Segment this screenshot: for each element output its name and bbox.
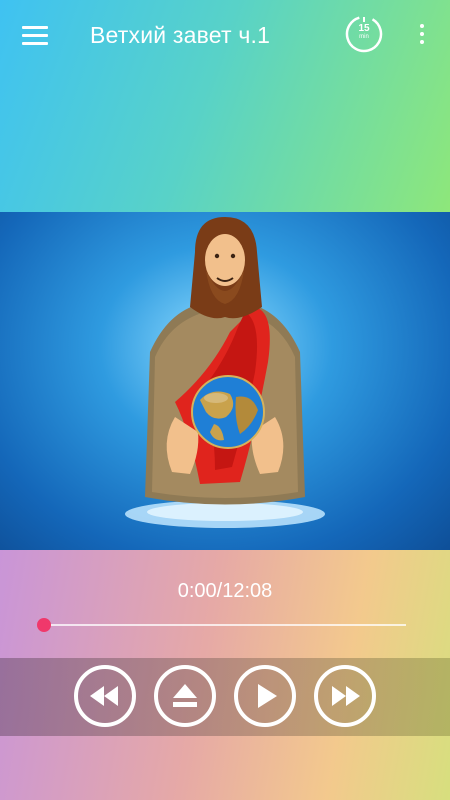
rewind-icon — [74, 665, 136, 727]
fast-forward-icon — [314, 665, 376, 727]
seek-bar[interactable] — [44, 624, 406, 626]
album-artwork — [0, 212, 450, 550]
eject-icon — [154, 665, 216, 727]
more-options-icon[interactable] — [414, 24, 430, 48]
page-title: Ветхий завет ч.1 — [90, 22, 271, 48]
seek-thumb[interactable] — [37, 618, 51, 632]
app-bar: Ветхий завет ч.1 15 min — [0, 0, 450, 72]
rewind-button[interactable] — [73, 664, 137, 728]
menu-icon[interactable] — [22, 26, 48, 46]
eject-button[interactable] — [153, 664, 217, 728]
fast-forward-button[interactable] — [313, 664, 377, 728]
play-icon — [234, 665, 296, 727]
time-display: 0:00/12:08 — [177, 580, 273, 602]
timer-unit: min — [359, 34, 369, 40]
jesus-holding-globe-image — [125, 217, 325, 528]
playback-controls — [0, 658, 450, 736]
play-button[interactable] — [233, 664, 297, 728]
sleep-timer-button[interactable]: 15 min — [344, 14, 384, 54]
